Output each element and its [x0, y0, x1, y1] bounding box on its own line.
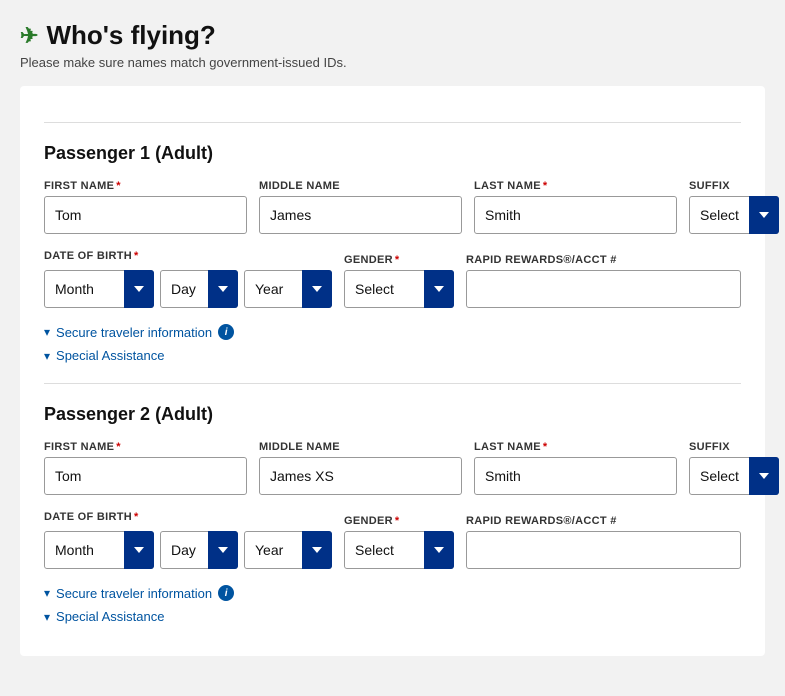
passenger-1-lastname-input[interactable] [474, 196, 677, 234]
passenger-1-secure-traveler-row[interactable]: ▾ Secure traveler information i [44, 324, 741, 340]
plane-icon: ✈ [20, 23, 38, 49]
passenger-1-secure-chevron-icon: ▾ [44, 325, 50, 339]
passenger-2-rewards-group: RAPID REWARDS®/ACCT # [466, 515, 741, 569]
passenger-1-firstname-input[interactable] [44, 196, 247, 234]
passenger-1-gender-select[interactable]: Select Male Female [344, 270, 454, 308]
passenger-2-secure-traveler-link[interactable]: Secure traveler information [56, 586, 212, 601]
passenger-2-day-select[interactable]: Day 123 [160, 531, 238, 569]
passenger-1-secure-traveler-link[interactable]: Secure traveler information [56, 325, 212, 340]
passenger-1-name-row: FIRST NAME* MIDDLE NAME LAST NAME* SUFFI… [44, 180, 741, 234]
passenger-1-dob-group: DATE OF BIRTH* Month JanuaryFebruaryMarc… [44, 250, 332, 308]
passenger-1-lastname-label: LAST NAME* [474, 180, 677, 192]
passenger-2-month-select[interactable]: Month JanuaryFebruaryMarch [44, 531, 154, 569]
passenger-1-suffix-group: SUFFIX Select Jr Sr II III [689, 180, 779, 234]
passenger-1-year-select[interactable]: Year 2024200019901980 [244, 270, 332, 308]
passenger-1-rewards-group: RAPID REWARDS®/ACCT # [466, 254, 741, 308]
passenger-2-firstname-input[interactable] [44, 457, 247, 495]
passenger-1-middlename-label: MIDDLE NAME [259, 180, 462, 192]
page-title: ✈ Who's flying? [20, 20, 765, 51]
passenger-1-gender-group: GENDER* Select Male Female [344, 254, 454, 308]
passenger-2-firstname-label: FIRST NAME* [44, 441, 247, 453]
passenger-1-section: Passenger 1 (Adult) FIRST NAME* MIDDLE N… [44, 122, 741, 363]
passenger-2-gender-group: GENDER* Select Male Female [344, 515, 454, 569]
passenger-1-gender-wrapper: Select Male Female [344, 270, 454, 308]
passenger-2-section: Passenger 2 (Adult) FIRST NAME* MIDDLE N… [44, 404, 741, 624]
passenger-1-dob-label: DATE OF BIRTH* [44, 250, 332, 262]
passenger-1-rewards-input[interactable] [466, 270, 741, 308]
passenger-2-year-wrapper: Year 202420001990 [244, 531, 332, 569]
passenger-2-secure-traveler-row[interactable]: ▾ Secure traveler information i [44, 585, 741, 601]
passenger-2-firstname-group: FIRST NAME* [44, 441, 247, 495]
passenger-2-lastname-input[interactable] [474, 457, 677, 495]
passenger-2-dob-row: DATE OF BIRTH* Month JanuaryFebruaryMarc… [44, 511, 741, 569]
passenger-2-month-wrapper: Month JanuaryFebruaryMarch [44, 531, 154, 569]
passenger-2-lastname-label: LAST NAME* [474, 441, 677, 453]
passenger-2-name-row: FIRST NAME* MIDDLE NAME LAST NAME* SUFFI… [44, 441, 741, 495]
passenger-2-day-wrapper: Day 123 [160, 531, 238, 569]
passenger-1-dob-fields: Month JanuaryFebruaryMarch AprilMayJune … [44, 270, 332, 308]
passenger-2-suffix-label: SUFFIX [689, 441, 779, 453]
passenger-2-middlename-group: MIDDLE NAME [259, 441, 462, 495]
passenger-1-assistance-chevron-icon: ▾ [44, 349, 50, 363]
passenger-1-middlename-group: MIDDLE NAME [259, 180, 462, 234]
passenger-2-suffix-group: SUFFIX Select Jr Sr [689, 441, 779, 495]
page-subtitle: Please make sure names match government-… [20, 55, 765, 70]
passenger-2-special-assistance-link[interactable]: Special Assistance [56, 609, 164, 624]
passenger-2-dob-group: DATE OF BIRTH* Month JanuaryFebruaryMarc… [44, 511, 332, 569]
passenger-1-day-select[interactable]: Day 12345 [160, 270, 238, 308]
passenger-1-year-wrapper: Year 2024200019901980 [244, 270, 332, 308]
passenger-2-rewards-input[interactable] [466, 531, 741, 569]
passenger-2-gender-select[interactable]: Select Male Female [344, 531, 454, 569]
passenger-2-title: Passenger 2 (Adult) [44, 404, 741, 425]
passenger-1-lastname-group: LAST NAME* [474, 180, 677, 234]
passenger-2-suffix-wrapper: Select Jr Sr [689, 457, 779, 495]
passenger-1-suffix-select[interactable]: Select Jr Sr II III [689, 196, 779, 234]
passenger-1-dob-row: DATE OF BIRTH* Month JanuaryFebruaryMarc… [44, 250, 741, 308]
passenger-1-firstname-label: FIRST NAME* [44, 180, 247, 192]
passenger-2-dob-fields: Month JanuaryFebruaryMarch Day 123 [44, 531, 332, 569]
page-wrapper: ✈ Who's flying? Please make sure names m… [0, 0, 785, 696]
passenger-1-month-wrapper: Month JanuaryFebruaryMarch AprilMayJune … [44, 270, 154, 308]
passenger-1-suffix-label: SUFFIX [689, 180, 779, 192]
passenger-1-middlename-input[interactable] [259, 196, 462, 234]
passenger-2-middlename-label: MIDDLE NAME [259, 441, 462, 453]
passenger-2-gender-wrapper: Select Male Female [344, 531, 454, 569]
section-divider [44, 383, 741, 384]
passenger-1-title: Passenger 1 (Adult) [44, 143, 741, 164]
passenger-1-suffix-wrapper: Select Jr Sr II III [689, 196, 779, 234]
passenger-2-secure-chevron-icon: ▾ [44, 586, 50, 600]
passenger-2-gender-label: GENDER* [344, 515, 454, 527]
form-card: Passenger 1 (Adult) FIRST NAME* MIDDLE N… [20, 86, 765, 656]
passenger-1-firstname-group: FIRST NAME* [44, 180, 247, 234]
passenger-1-day-wrapper: Day 12345 [160, 270, 238, 308]
passenger-2-middlename-input[interactable] [259, 457, 462, 495]
passenger-2-suffix-select[interactable]: Select Jr Sr [689, 457, 779, 495]
passenger-2-year-select[interactable]: Year 202420001990 [244, 531, 332, 569]
passenger-2-special-assistance-row[interactable]: ▾ Special Assistance [44, 609, 741, 624]
passenger-2-dob-label: DATE OF BIRTH* [44, 511, 332, 523]
passenger-2-rewards-label: RAPID REWARDS®/ACCT # [466, 515, 741, 527]
passenger-1-special-assistance-row[interactable]: ▾ Special Assistance [44, 348, 741, 363]
passenger-2-info-icon: i [218, 585, 234, 601]
page-header: ✈ Who's flying? Please make sure names m… [20, 20, 765, 70]
passenger-1-info-icon: i [218, 324, 234, 340]
passenger-1-month-select[interactable]: Month JanuaryFebruaryMarch AprilMayJune … [44, 270, 154, 308]
passenger-1-special-assistance-link[interactable]: Special Assistance [56, 348, 164, 363]
passenger-1-rewards-label: RAPID REWARDS®/ACCT # [466, 254, 741, 266]
passenger-1-gender-label: GENDER* [344, 254, 454, 266]
passenger-2-lastname-group: LAST NAME* [474, 441, 677, 495]
passenger-2-assistance-chevron-icon: ▾ [44, 610, 50, 624]
